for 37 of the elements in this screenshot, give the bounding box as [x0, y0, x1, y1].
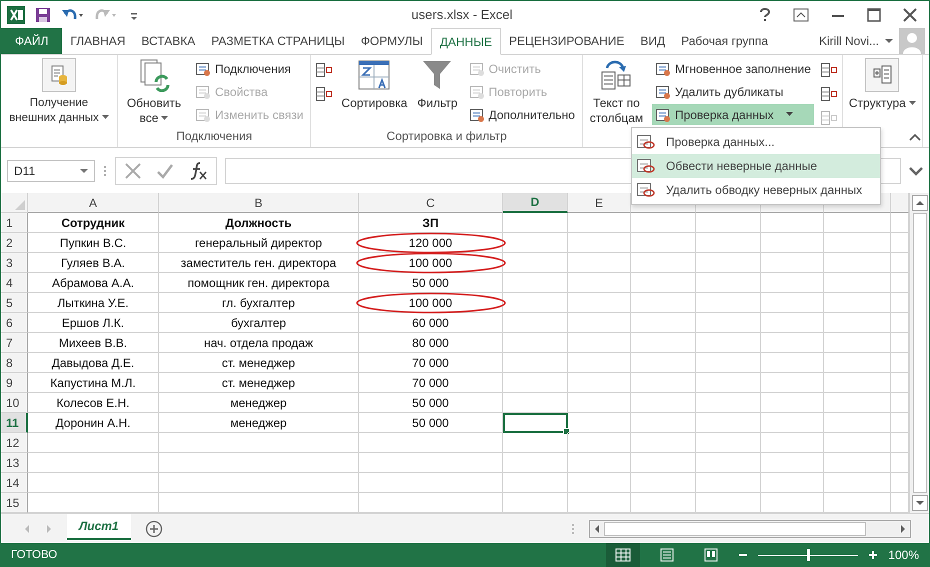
table-cell: ст. менеджер: [159, 353, 359, 373]
table-cell: Пупкин В.С.: [28, 233, 159, 253]
table-cell: Доронин А.Н.: [28, 413, 159, 433]
table-cell: заместитель ген. директора: [159, 253, 359, 273]
table-cell: Должность: [159, 213, 359, 233]
group-label: Подключения: [175, 129, 254, 145]
table-cell: генеральный директор: [159, 233, 359, 253]
table-cell: бухгалтер: [159, 313, 359, 333]
table-cell: Ершов Л.К.: [28, 313, 159, 333]
table-cell: менеджер: [159, 393, 359, 413]
table-cell: Абрамова А.А.: [28, 273, 159, 293]
table-cell: ст. менеджер: [159, 373, 359, 393]
table-cell: 120 000: [359, 233, 503, 253]
table-cell: менеджер: [159, 413, 359, 433]
table-cell: 50 000: [359, 273, 503, 293]
table-cell: 60 000: [359, 313, 503, 333]
table-cell: 70 000: [359, 353, 503, 373]
table-cell: Гуляев В.А.: [28, 253, 159, 273]
status-text: ГОТОВО: [11, 549, 58, 561]
table-cell: Капустина М.Л.: [28, 373, 159, 393]
window-title: users.xlsx - Excel: [410, 7, 514, 22]
table-cell: Колесов Е.Н.: [28, 393, 159, 413]
table-cell: Давыдова Д.Е.: [28, 353, 159, 373]
table-cell: 70 000: [359, 373, 503, 393]
table-cell: помощник ген. директора: [159, 273, 359, 293]
table-cell: нач. отдела продаж: [159, 333, 359, 353]
table-cell: Михеев В.В.: [28, 333, 159, 353]
table-cell: 100 000: [359, 253, 503, 273]
table-cell: ЗП: [359, 213, 503, 233]
table-cell: Лыткина У.Е.: [28, 293, 159, 313]
table-cell: Сотрудник: [28, 213, 159, 233]
table-cell: 50 000: [359, 413, 503, 433]
table-cell: 50 000: [359, 393, 503, 413]
table-cell: 100 000: [359, 293, 503, 313]
table-cell: 80 000: [359, 333, 503, 353]
table-cell: гл. бухгалтер: [159, 293, 359, 313]
group-label: Сортировка и фильтр: [386, 129, 508, 145]
